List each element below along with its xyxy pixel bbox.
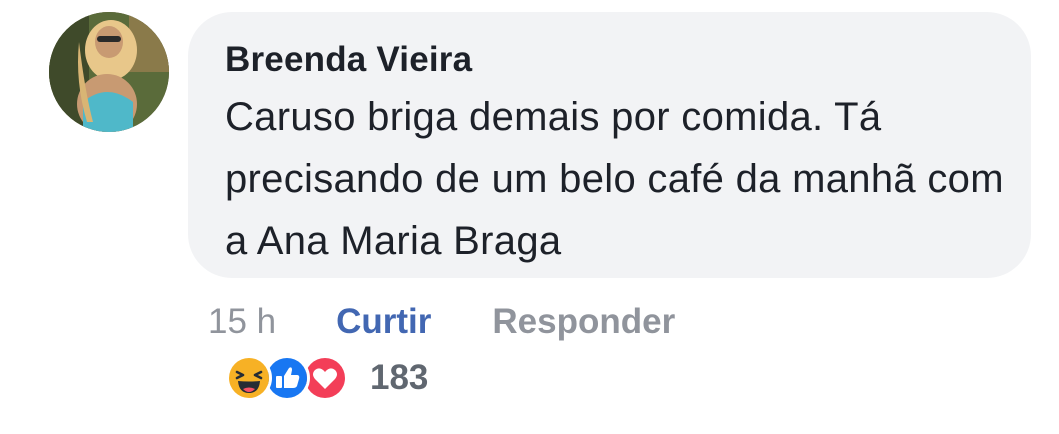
author-name[interactable]: Breenda Vieira: [225, 40, 995, 80]
reply-button[interactable]: Responder: [492, 302, 675, 342]
comment: Breenda Vieira Caruso briga demais por c…: [0, 0, 1059, 434]
timestamp[interactable]: 15 h: [208, 302, 276, 342]
comment-bubble: Breenda Vieira Caruso briga demais por c…: [188, 12, 1031, 278]
avatar-image: [49, 12, 169, 132]
haha-icon: [226, 355, 272, 401]
avatar[interactable]: [49, 12, 169, 132]
comment-text: Caruso briga demais por comida. Tá preci…: [225, 95, 1004, 263]
reaction-count: 183: [370, 358, 429, 397]
like-button[interactable]: Curtir: [336, 302, 431, 342]
comment-actions: 15 h Curtir Responder: [208, 300, 675, 344]
reactions-summary[interactable]: 183: [226, 354, 428, 402]
